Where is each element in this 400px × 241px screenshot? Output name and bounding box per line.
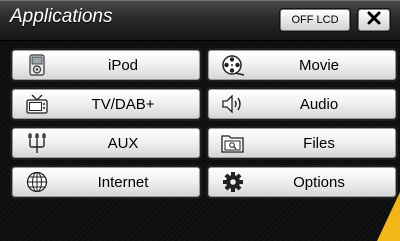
movie-reel-icon [221,54,245,76]
files-button[interactable]: Files [208,128,396,158]
movie-label: Movie [298,56,339,74]
movie-button[interactable]: Movie [208,50,396,80]
pointer-arrow-icon [377,192,400,241]
speaker-icon [221,93,245,115]
off-lcd-button[interactable]: OFF LCD [280,9,350,31]
globe-icon [25,171,49,193]
gear-icon [221,171,245,193]
tv-dab-button[interactable]: TV/DAB+ [12,89,200,119]
close-button[interactable] [358,9,390,31]
header-bar: Applications OFF LCD [0,0,400,41]
files-label: Files [303,134,335,152]
internet-button[interactable]: Internet [12,167,200,197]
internet-label: Internet [97,173,149,191]
aux-button[interactable]: AUX [12,128,200,158]
ipod-label: iPod [107,56,139,74]
options-label: Options [293,173,345,191]
audio-label: Audio [299,95,339,113]
tv-icon [25,93,49,115]
options-button[interactable]: Options [208,167,396,197]
page-title: Applications [10,6,113,27]
ipod-button[interactable]: iPod [12,50,200,80]
aux-label: AUX [107,134,139,152]
close-icon [366,10,382,31]
ipod-icon [25,54,49,76]
audio-button[interactable]: Audio [208,89,396,119]
tv-dab-label: TV/DAB+ [91,95,155,113]
aux-connector-icon [25,132,49,154]
folder-icon [221,132,245,154]
